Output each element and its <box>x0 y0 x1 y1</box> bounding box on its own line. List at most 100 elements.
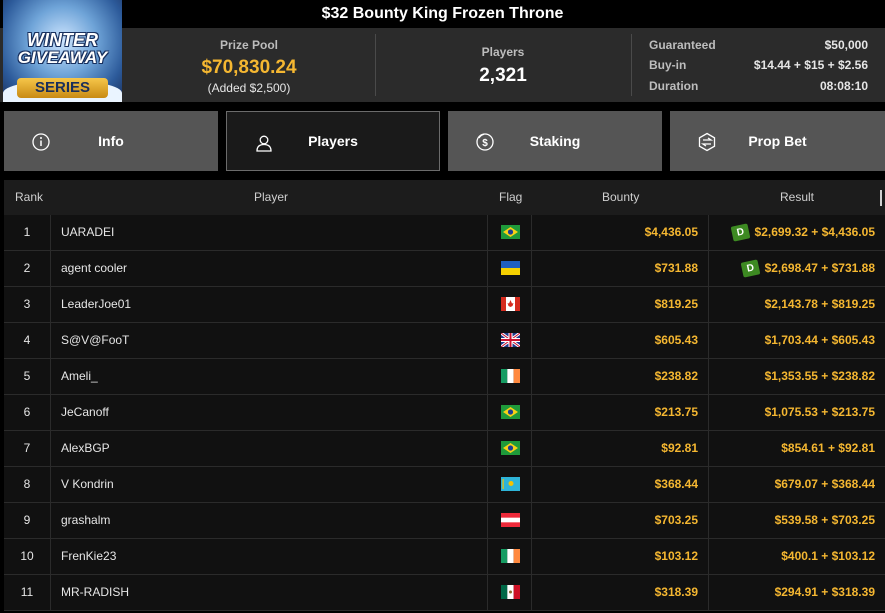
rank-cell: 3 <box>23 297 31 311</box>
rank-cell: 7 <box>23 441 31 455</box>
result-cell: $854.61 + $92.81 <box>708 431 885 466</box>
bounty-cell: $4,436.05 <box>531 215 708 250</box>
result-value: $679.07 + $368.44 <box>774 477 875 491</box>
svg-text:$: $ <box>482 138 488 149</box>
result-cell: $539.58 + $703.25 <box>708 503 885 538</box>
rank-cell: 9 <box>23 513 31 527</box>
player-name-cell[interactable]: agent cooler <box>50 251 487 286</box>
result-cell: $1,703.44 + $605.43 <box>708 323 885 358</box>
bounty-cell: $605.43 <box>531 323 708 358</box>
duration-label: Duration <box>649 79 699 93</box>
player-name-cell[interactable]: UARADEI <box>50 215 487 250</box>
tab-staking[interactable]: $ Staking <box>448 111 662 171</box>
column-rank[interactable]: Rank <box>15 190 43 204</box>
guaranteed-row: Guaranteed $50,000 <box>649 38 868 54</box>
tab-prop-bet[interactable]: Prop Bet <box>670 111 885 171</box>
player-name-cell[interactable]: MR-RADISH <box>50 575 487 610</box>
players-table-header: Rank Player Flag Bounty Result <box>4 180 885 215</box>
bounty-cell: $213.75 <box>531 395 708 430</box>
table-row[interactable]: 8 V Kondrin $368.44 $679.07 + $368.44 <box>4 467 885 503</box>
staking-coin-icon: $ <box>476 133 494 151</box>
buy-in-row: Buy-in $14.44 + $15 + $2.56 <box>649 58 868 74</box>
bounty-cell: $368.44 <box>531 467 708 502</box>
badge-d-icon: D <box>740 259 760 278</box>
flag-ireland-icon <box>501 549 520 563</box>
column-bounty[interactable]: Bounty <box>602 190 639 204</box>
players-count-label: Players <box>481 45 525 59</box>
bounty-cell: $238.82 <box>531 359 708 394</box>
player-name-cell[interactable]: S@V@FooT <box>50 323 487 358</box>
guaranteed-label: Guaranteed <box>649 38 716 52</box>
result-value: $1,703.44 + $605.43 <box>764 333 875 347</box>
rank-cell: 1 <box>23 225 31 239</box>
table-row[interactable]: 10 FrenKie23 $103.12 $400.1 + $103.12 <box>4 539 885 575</box>
table-row[interactable]: 1 UARADEI $4,436.05 D $2,699.32 + $4,436.05 <box>4 215 885 251</box>
prize-pool-block: Prize Pool $70,830.24 (Added $2,500) <box>124 28 374 102</box>
bounty-cell: $819.25 <box>531 287 708 322</box>
flag-kazakhstan-icon <box>501 477 520 491</box>
result-value: $400.1 + $103.12 <box>781 549 875 563</box>
table-row[interactable]: 7 AlexBGP $92.81 $854.61 + $92.81 <box>4 431 885 467</box>
player-name-cell[interactable]: Ameli_ <box>50 359 487 394</box>
result-value: $1,075.53 + $213.75 <box>764 405 875 419</box>
result-value: $854.61 + $92.81 <box>781 441 875 455</box>
table-row[interactable]: 4 S@V@FooT $605.43 $1,703.44 + $605.43 <box>4 323 885 359</box>
flag-austria-icon <box>501 513 520 527</box>
bounty-cell: $92.81 <box>531 431 708 466</box>
prop-bet-icon <box>698 132 716 152</box>
column-result[interactable]: Result <box>780 190 814 204</box>
tournament-header: WINTER GIVEAWAY SERIES Prize Pool $70,83… <box>0 0 885 102</box>
rank-cell: 4 <box>23 333 31 347</box>
bounty-cell: $103.12 <box>531 539 708 574</box>
duration-value: 08:08:10 <box>819 79 868 93</box>
player-name-cell[interactable]: V Kondrin <box>50 467 487 502</box>
column-flag[interactable]: Flag <box>499 190 522 204</box>
player-name-cell[interactable]: LeaderJoe01 <box>50 287 487 322</box>
rank-cell: 8 <box>23 477 31 491</box>
result-value: $294.91 + $318.39 <box>774 585 875 599</box>
bounty-cell: $318.39 <box>531 575 708 610</box>
result-cell: $2,143.78 + $819.25 <box>708 287 885 322</box>
prize-pool-value: $70,830.24 <box>201 57 297 78</box>
prize-pool-label: Prize Pool <box>219 38 278 52</box>
flag-brazil-icon <box>501 441 520 455</box>
buy-in-label: Buy-in <box>649 58 687 72</box>
rank-cell: 2 <box>23 261 31 275</box>
flag-brazil-icon <box>501 405 520 419</box>
table-row[interactable]: 6 JeCanoff $213.75 $1,075.53 + $213.75 <box>4 395 885 431</box>
rank-cell: 6 <box>23 405 31 419</box>
prize-pool-added: (Added $2,500) <box>207 81 291 95</box>
tab-info[interactable]: Info <box>4 111 218 171</box>
buy-in-value: $14.44 + $15 + $2.56 <box>753 58 868 72</box>
result-value: $1,353.55 + $238.82 <box>764 369 875 383</box>
badge-d-icon: D <box>730 223 750 242</box>
duration-row: Duration 08:08:10 <box>649 79 868 95</box>
players-count-block: Players 2,321 <box>376 28 630 102</box>
user-icon <box>256 135 272 152</box>
flag-uk-icon <box>500 331 521 349</box>
scrollbar[interactable] <box>880 190 882 206</box>
player-name-cell[interactable]: FrenKie23 <box>50 539 487 574</box>
result-cell: $679.07 + $368.44 <box>708 467 885 502</box>
player-name-cell[interactable]: grashalm <box>50 503 487 538</box>
players-count-value: 2,321 <box>479 65 527 86</box>
table-row[interactable]: 11 MR-RADISH $318.39 $294.91 + $318.39 <box>4 575 885 611</box>
table-row[interactable]: 5 Ameli_ $238.82 $1,353.55 + $238.82 <box>4 359 885 395</box>
result-cell: D $2,698.47 + $731.88 <box>708 251 885 286</box>
result-cell: D $2,699.32 + $4,436.05 <box>708 215 885 250</box>
player-name-cell[interactable]: AlexBGP <box>50 431 487 466</box>
table-row[interactable]: 9 grashalm $703.25 $539.58 + $703.25 <box>4 503 885 539</box>
flag-mexico-icon <box>501 585 520 599</box>
rank-cell: 5 <box>23 369 31 383</box>
table-row[interactable]: 2 agent cooler $731.88 D $2,698.47 + $731.88 <box>4 251 885 287</box>
player-name-cell[interactable]: JeCanoff <box>50 395 487 430</box>
column-player[interactable]: Player <box>254 190 288 204</box>
tab-players[interactable]: Players <box>226 111 440 171</box>
bounty-cell: $703.25 <box>531 503 708 538</box>
result-value: $2,699.32 + $4,436.05 <box>754 225 875 239</box>
logo-line-2: GIVEAWAY <box>17 48 108 67</box>
table-row[interactable]: 3 LeaderJoe01 $819.25 $2,143.78 + $819.25 <box>4 287 885 323</box>
flag-canada-icon <box>501 297 520 311</box>
rank-cell: 11 <box>20 585 34 599</box>
flag-ireland-icon <box>501 369 520 383</box>
